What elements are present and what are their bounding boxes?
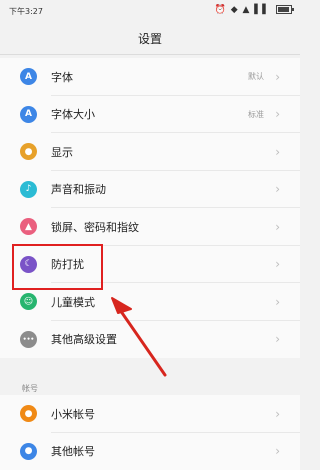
section-gap <box>0 358 300 394</box>
settings-list: A 字体 默认 › A 字体大小 标准 › ● 显示 › ♪ 声音和振动 › ▲… <box>0 58 300 358</box>
setting-label: 小米帐号 <box>51 406 95 422</box>
setting-value: 默认 <box>248 71 264 82</box>
section-header-accounts: 帐号 <box>22 383 38 394</box>
setting-label: 声音和振动 <box>51 181 106 197</box>
title-divider <box>0 54 300 55</box>
chevron-right-icon: › <box>275 257 280 271</box>
chevron-right-icon: › <box>275 182 280 196</box>
setting-display[interactable]: ● 显示 › <box>0 133 300 171</box>
setting-label: 其他帐号 <box>51 443 95 459</box>
chevron-right-icon: › <box>275 220 280 234</box>
child-mode-icon: ☺ <box>20 293 37 310</box>
setting-mi-account[interactable]: ● 小米帐号 › <box>0 395 300 433</box>
display-icon: ● <box>20 143 37 160</box>
setting-font[interactable]: A 字体 默认 › <box>0 58 300 96</box>
chevron-right-icon: › <box>275 107 280 121</box>
mi-account-icon: ● <box>20 405 37 422</box>
chevron-right-icon: › <box>275 70 280 84</box>
setting-label: 其他高级设置 <box>51 331 117 347</box>
chevron-right-icon: › <box>275 145 280 159</box>
sound-icon: ♪ <box>20 181 37 198</box>
chevron-right-icon: › <box>275 332 280 346</box>
setting-label: 字体大小 <box>51 106 95 122</box>
highlight-box <box>12 244 103 290</box>
setting-lockscreen[interactable]: ▲ 锁屏、密码和指纹 › <box>0 208 300 246</box>
setting-font-size[interactable]: A 字体大小 标准 › <box>0 96 300 134</box>
chevron-right-icon: › <box>275 444 280 458</box>
chevron-right-icon: › <box>275 295 280 309</box>
accounts-list: ● 小米帐号 › ● 其他帐号 › <box>0 395 300 470</box>
setting-label: 显示 <box>51 144 73 160</box>
status-indicator-icons: ⏰ ◆ ▲ ▌▌ <box>215 5 270 15</box>
battery-icon <box>276 5 292 14</box>
other-account-icon: ● <box>20 443 37 460</box>
setting-other-accounts[interactable]: ● 其他帐号 › <box>0 433 300 470</box>
status-icons: ⏰ ◆ ▲ ▌▌ <box>215 5 292 15</box>
status-bar: 下午3:27 ⏰ ◆ ▲ ▌▌ <box>0 0 300 20</box>
setting-sound[interactable]: ♪ 声音和振动 › <box>0 171 300 209</box>
setting-label: 儿童模式 <box>51 294 95 310</box>
status-time: 下午3:27 <box>9 6 43 17</box>
font-size-icon: A <box>20 106 37 123</box>
more-icon: ••• <box>20 331 37 348</box>
page-title: 设置 <box>0 30 300 47</box>
font-icon: A <box>20 68 37 85</box>
setting-value: 标准 <box>248 109 264 120</box>
setting-advanced[interactable]: ••• 其他高级设置 › <box>0 321 300 359</box>
lock-icon: ▲ <box>20 218 37 235</box>
chevron-right-icon: › <box>275 407 280 421</box>
setting-label: 锁屏、密码和指纹 <box>51 219 139 235</box>
setting-label: 字体 <box>51 69 73 85</box>
